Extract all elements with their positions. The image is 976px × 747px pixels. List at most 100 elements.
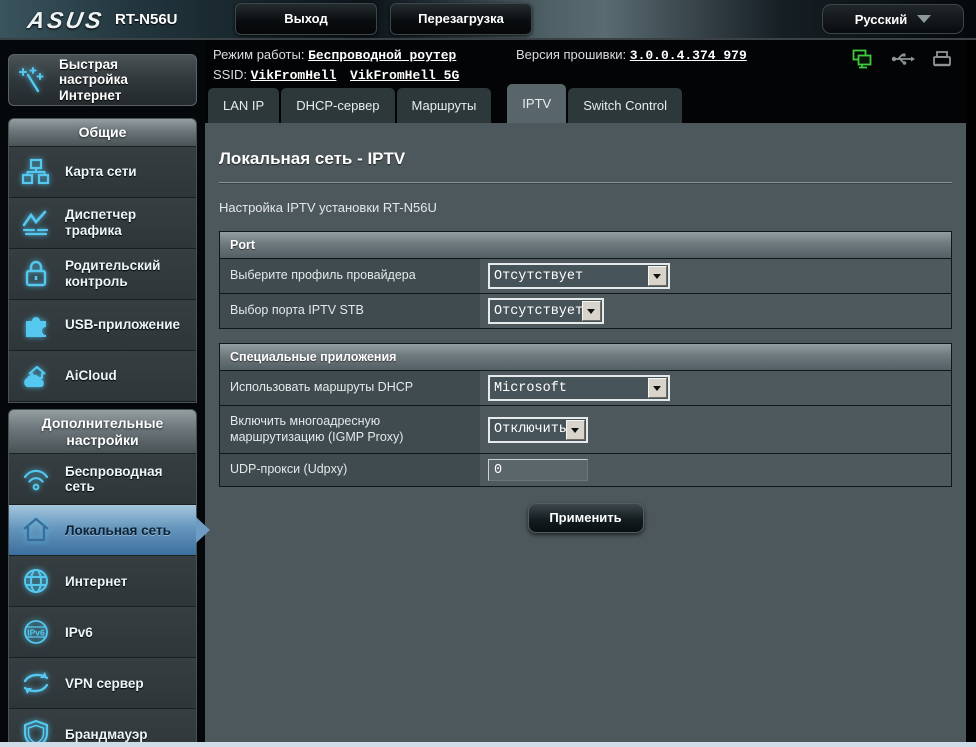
sidebar-item-ipv6[interactable]: IPv6 IPv6 bbox=[9, 607, 196, 658]
sidebar-item-label: IPv6 bbox=[65, 625, 99, 641]
sidebar-item-network-map[interactable]: Карта сети bbox=[9, 147, 196, 198]
puzzle-icon bbox=[19, 311, 53, 339]
tab-bar: LAN IP DHCP-сервер Маршруты IPTV Switch … bbox=[205, 84, 966, 123]
sidebar-item-label: AiCloud bbox=[65, 368, 123, 384]
sidebar-group-general: Общие Карта сети bbox=[8, 118, 197, 403]
language-label: Русский bbox=[855, 12, 908, 27]
tab-iptv[interactable]: IPTV bbox=[507, 84, 566, 123]
port-section: Port Выберите профиль провайдера Отсутст… bbox=[219, 231, 952, 329]
row-label: Включить многоадресную маршрутизацию (IG… bbox=[220, 406, 480, 453]
vpn-arrows-icon bbox=[19, 669, 53, 697]
dropdown-arrow-icon[interactable] bbox=[648, 378, 667, 398]
select-value: Отключить bbox=[490, 422, 566, 437]
quick-setup-button[interactable]: Быстрая настройка Интернет bbox=[8, 54, 197, 106]
table-row: Выберите профиль провайдера Отсутствует bbox=[220, 258, 951, 293]
sidebar-item-traffic-manager[interactable]: Диспетчер трафика bbox=[9, 198, 196, 249]
info-bar: Режим работы: Беспроводной роутер Версия… bbox=[205, 40, 966, 84]
ssid-2g-link[interactable]: VikFromHell bbox=[251, 68, 337, 83]
tab-dhcp-server[interactable]: DHCP-сервер bbox=[281, 88, 394, 123]
table-row: UDP-прокси (Udpxy) bbox=[220, 453, 951, 486]
sidebar-item-vpn-server[interactable]: VPN сервер bbox=[9, 658, 196, 709]
home-icon bbox=[19, 515, 53, 545]
dhcp-routes-select[interactable]: Microsoft bbox=[488, 375, 670, 401]
content-area: Режим работы: Беспроводной роутер Версия… bbox=[205, 40, 966, 742]
firmware-label: Версия прошивки: bbox=[516, 47, 626, 62]
row-label: Использовать маршруты DHCP bbox=[220, 371, 480, 405]
quick-setup-label: Быстрая настройка Интернет bbox=[59, 57, 190, 104]
igmp-proxy-select[interactable]: Отключить bbox=[488, 417, 588, 443]
magic-wand-icon bbox=[15, 65, 49, 95]
right-edge-strip bbox=[966, 40, 976, 742]
group-header-advanced: Дополнительные настройки bbox=[9, 410, 196, 455]
tab-lan-ip[interactable]: LAN IP bbox=[208, 88, 279, 123]
special-apps-header: Специальные приложения bbox=[220, 344, 951, 370]
sidebar-item-label: Родительский контроль bbox=[65, 258, 190, 289]
sidebar-item-aicloud[interactable]: AiCloud bbox=[9, 351, 196, 402]
sidebar-item-label: Брандмауэр bbox=[65, 727, 154, 743]
iptv-stb-port-select[interactable]: Отсутствует bbox=[488, 298, 604, 324]
bottom-edge-strip bbox=[0, 742, 976, 747]
sidebar-item-label: Диспетчер трафика bbox=[65, 207, 190, 238]
language-selector[interactable]: Русский bbox=[822, 4, 964, 34]
dropdown-arrow-icon[interactable] bbox=[648, 266, 667, 286]
router-admin-page: ASUS RT-N56U Выход Перезагрузка Русский bbox=[0, 0, 976, 747]
operation-mode-link[interactable]: Беспроводной роутер bbox=[308, 48, 456, 63]
top-banner: ASUS RT-N56U Выход Перезагрузка Русский bbox=[0, 0, 976, 40]
traffic-chart-icon bbox=[19, 209, 53, 237]
active-item-arrow bbox=[196, 517, 210, 543]
sidebar-item-usb-application[interactable]: USB-приложение bbox=[9, 300, 196, 351]
group-header-general: Общие bbox=[9, 119, 196, 147]
row-label: UDP-прокси (Udpxy) bbox=[220, 454, 480, 486]
sidebar-item-label: VPN сервер bbox=[65, 676, 150, 692]
select-value: Отсутствует bbox=[490, 269, 648, 284]
dropdown-arrow-icon[interactable] bbox=[582, 301, 601, 321]
select-value: Отсутствует bbox=[490, 304, 582, 319]
row-label: Выбор порта IPTV STB bbox=[220, 294, 480, 328]
sidebar-item-label: Локальная сеть bbox=[65, 523, 177, 539]
model-name: RT-N56U bbox=[115, 11, 178, 28]
title-divider bbox=[219, 182, 952, 184]
asus-logo: ASUS bbox=[26, 7, 107, 34]
provider-profile-select[interactable]: Отсутствует bbox=[488, 263, 670, 289]
page-subtitle: Настройка IPTV установки RT-N56U bbox=[219, 200, 952, 215]
sidebar-item-label: USB-приложение bbox=[65, 317, 186, 333]
apply-button[interactable]: Применить bbox=[528, 503, 644, 533]
table-row: Включить многоадресную маршрутизацию (IG… bbox=[220, 405, 951, 453]
cloud-home-icon bbox=[19, 362, 53, 390]
clients-icon[interactable] bbox=[852, 49, 874, 74]
sidebar-item-lan[interactable]: Локальная сеть bbox=[9, 505, 196, 556]
ipv6-globe-icon: IPv6 bbox=[19, 617, 53, 647]
ssid-5g-link[interactable]: VikFromHell_5G bbox=[350, 68, 459, 83]
main-panel: Локальная сеть - IPTV Настройка IPTV уст… bbox=[205, 123, 966, 742]
lock-icon bbox=[19, 259, 53, 289]
sidebar-group-advanced: Дополнительные настройки Беспроводная се… bbox=[8, 409, 197, 747]
port-section-header: Port bbox=[220, 232, 951, 258]
table-row: Выбор порта IPTV STB Отсутствует bbox=[220, 293, 951, 328]
udp-proxy-input[interactable] bbox=[488, 459, 588, 481]
logout-button[interactable]: Выход bbox=[235, 3, 377, 35]
operation-mode-label: Режим работы: bbox=[213, 47, 304, 62]
tab-switch-control[interactable]: Switch Control bbox=[568, 88, 682, 123]
printer-icon[interactable] bbox=[932, 50, 952, 73]
globe-icon bbox=[19, 566, 53, 596]
sidebar-item-label: Интернет bbox=[65, 574, 133, 590]
sidebar-item-internet[interactable]: Интернет bbox=[9, 556, 196, 607]
reboot-button[interactable]: Перезагрузка bbox=[390, 3, 532, 35]
sidebar-item-parental-control[interactable]: Родительский контроль bbox=[9, 249, 196, 300]
sidebar: Быстрая настройка Интернет Общие bbox=[0, 40, 205, 742]
usb-icon[interactable] bbox=[891, 51, 915, 72]
chevron-down-icon bbox=[917, 15, 931, 23]
special-apps-section: Специальные приложения Использовать марш… bbox=[219, 343, 952, 487]
network-map-icon bbox=[19, 158, 53, 186]
select-value: Microsoft bbox=[490, 381, 648, 396]
svg-text:IPv6: IPv6 bbox=[27, 628, 45, 638]
firmware-version-link[interactable]: 3.0.0.4.374_979 bbox=[630, 48, 747, 63]
sidebar-item-label: Карта сети bbox=[65, 164, 143, 180]
sidebar-item-wireless[interactable]: Беспроводная сеть bbox=[9, 454, 196, 505]
row-label: Выберите профиль провайдера bbox=[220, 259, 480, 293]
sidebar-item-label: Беспроводная сеть bbox=[65, 464, 190, 495]
tab-routes[interactable]: Маршруты bbox=[397, 88, 492, 123]
dropdown-arrow-icon[interactable] bbox=[566, 420, 585, 440]
table-row: Использовать маршруты DHCP Microsoft bbox=[220, 370, 951, 405]
page-title: Локальная сеть - IPTV bbox=[219, 149, 952, 169]
